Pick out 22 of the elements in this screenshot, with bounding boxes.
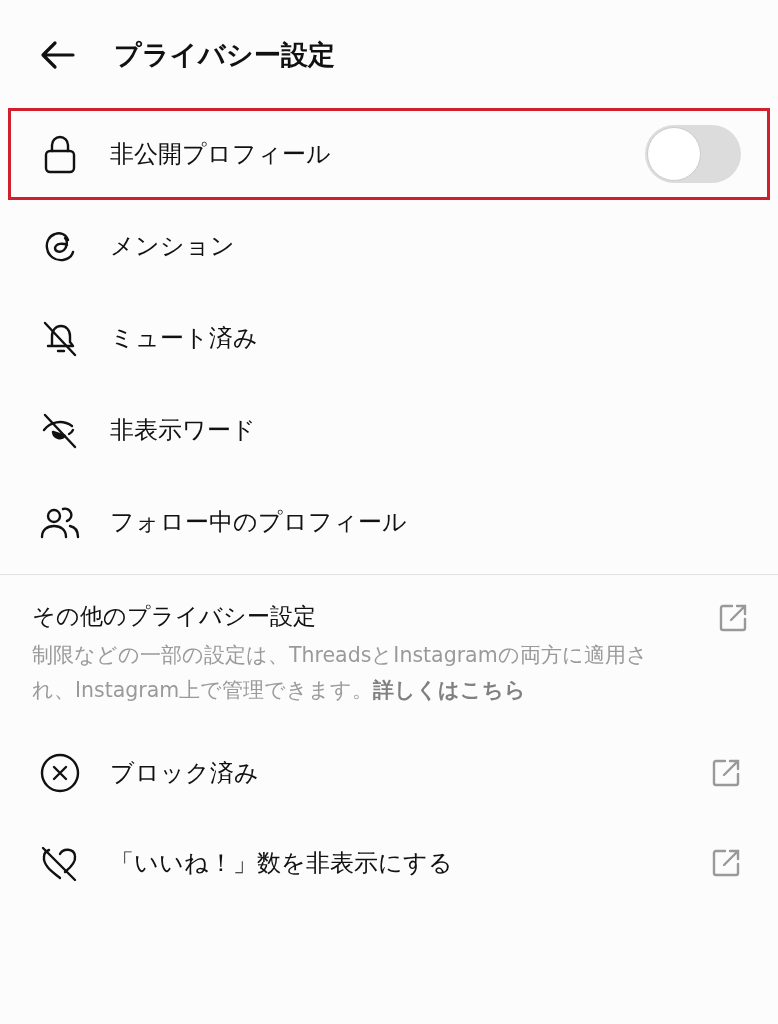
people-icon: [39, 504, 81, 540]
x-circle-icon: [39, 752, 81, 794]
settings-row[interactable]: 非表示ワード: [8, 384, 770, 476]
row-label: ミュート済み: [110, 323, 259, 354]
section-description: 制限などの一部の設定は、ThreadsとInstagramの両方に適用され、Instagram上で管理できます。詳しくはこちら: [32, 642, 649, 704]
row-label: 非公開プロフィール: [110, 139, 332, 170]
back-arrow-icon[interactable]: [40, 40, 76, 70]
external-link-icon: [711, 758, 741, 788]
learn-more-link[interactable]: 詳しくはこちら: [373, 678, 527, 702]
external-link-icon: [711, 848, 741, 878]
row-label: 非表示ワード: [110, 415, 257, 446]
row-label: ブロック済み: [110, 758, 260, 789]
row-label: 「いいね！」数を非表示にする: [110, 848, 454, 879]
settings-row[interactable]: ミュート済み: [8, 292, 770, 384]
settings-row[interactable]: フォロー中のプロフィール: [8, 476, 770, 568]
row-label: メンション: [110, 231, 236, 262]
external-link-icon: [718, 603, 748, 633]
lock-icon: [42, 134, 78, 174]
settings-row[interactable]: メンション: [8, 200, 770, 292]
section-title: その他のプライバシー設定: [32, 602, 317, 631]
page-title: プライバシー設定: [114, 38, 335, 72]
row-label: フォロー中のプロフィール: [110, 507, 408, 538]
